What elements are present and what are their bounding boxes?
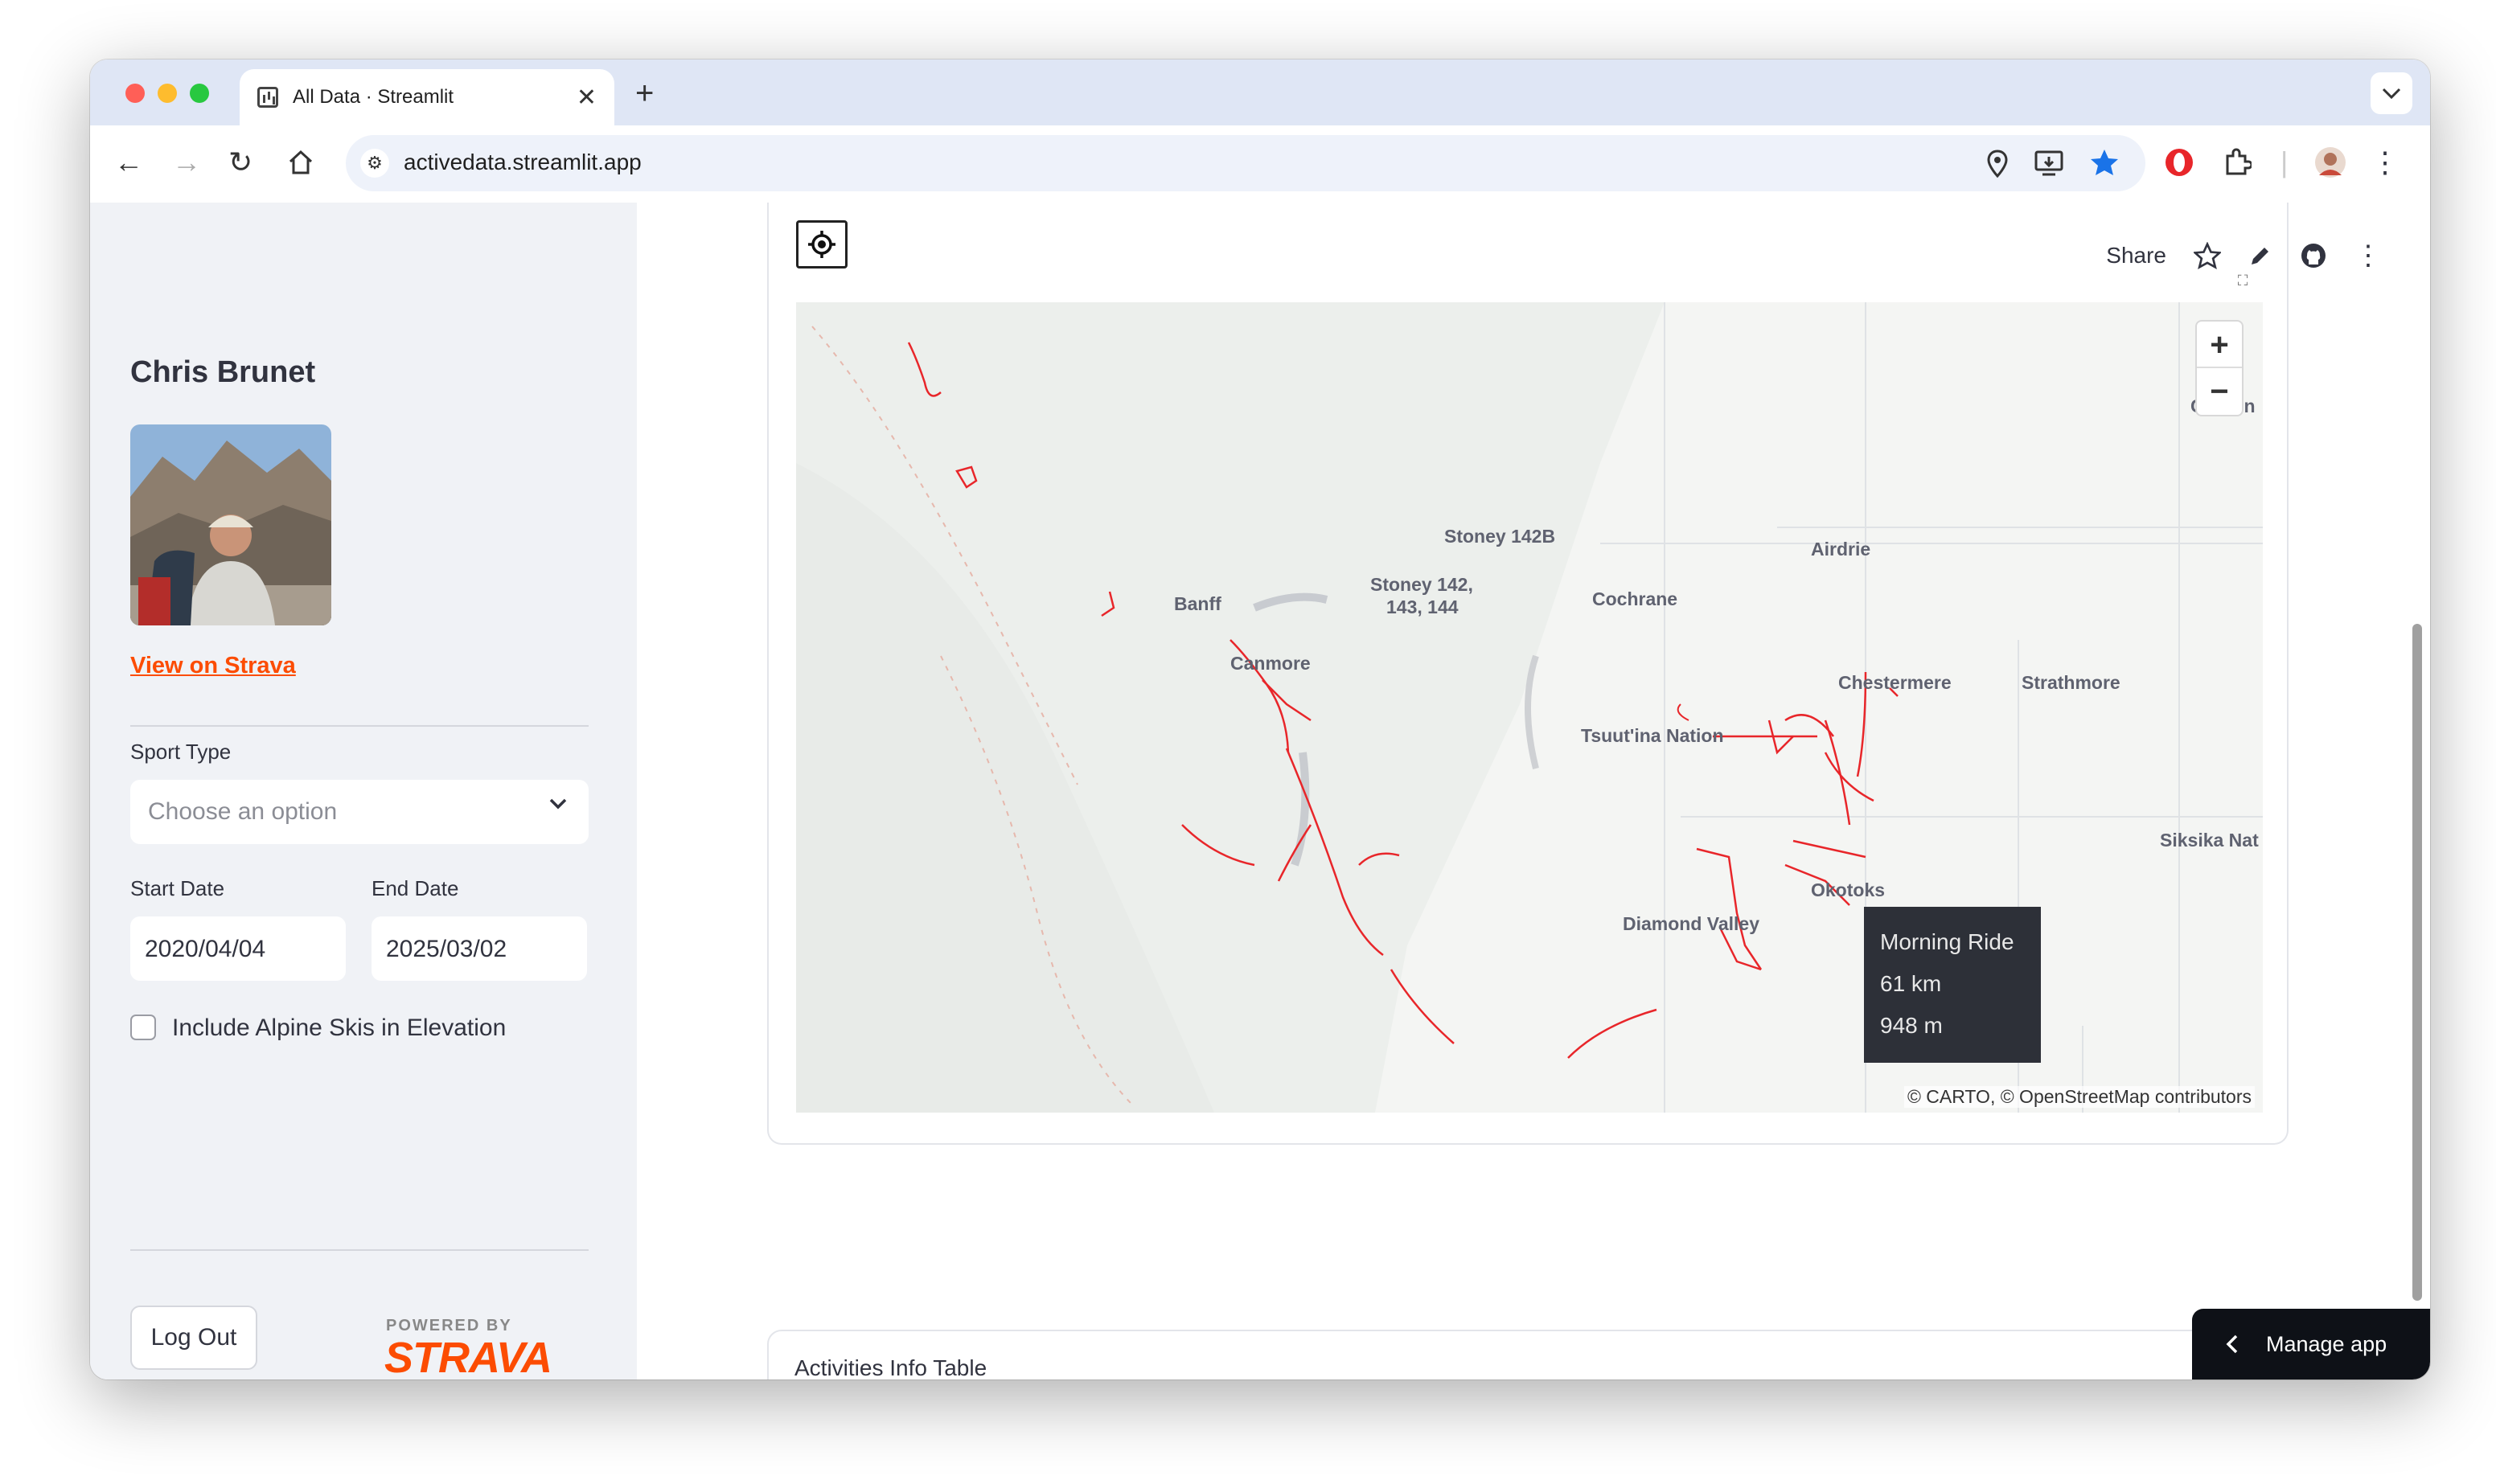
app-menu-icon[interactable]: ⋮ <box>2354 240 2382 272</box>
minimize-window-button[interactable] <box>158 84 177 103</box>
tooltip-title: Morning Ride <box>1880 929 2014 954</box>
chevron-left-icon <box>2226 1334 2238 1354</box>
alpine-skis-checkbox[interactable] <box>130 1015 156 1040</box>
zoom-out-button[interactable]: − <box>2197 368 2242 415</box>
place-label: Strathmore <box>2022 672 2120 693</box>
streamlit-favicon-icon <box>257 87 278 108</box>
reload-icon[interactable]: ↻ <box>228 146 252 178</box>
window-controls <box>125 84 209 103</box>
place-label: Banff <box>1174 593 1221 614</box>
main-content: Share ⋮ ⛶ Stoney 142B Airdrie Stoney 142… <box>637 203 2430 1379</box>
browser-menu-icon[interactable]: ⋮ <box>2371 146 2400 178</box>
athlete-name: Chris Brunet <box>130 355 316 389</box>
place-label: Airdrie <box>1811 539 1871 560</box>
site-settings-icon[interactable]: ⚙ <box>360 149 389 178</box>
browser-window: All Data · Streamlit ✕ + ← → ↻ ⚙ actived… <box>90 59 2430 1379</box>
tooltip-elevation: 948 m <box>1880 1013 1943 1038</box>
place-label: Cochrane <box>1592 588 1678 609</box>
install-app-icon[interactable] <box>2034 150 2063 177</box>
map-basemap <box>796 302 2263 1113</box>
place-label: Stoney 142, <box>1370 574 1473 595</box>
profile-avatar-icon[interactable] <box>2314 146 2346 178</box>
toolbar-divider: | <box>2280 146 2289 178</box>
map-card: ⛶ Stoney 142B Airdrie Stoney 142, 143, 1… <box>767 203 2289 1145</box>
sport-type-placeholder: Choose an option <box>148 798 338 825</box>
locate-target-icon <box>808 231 835 258</box>
log-out-button[interactable]: Log Out <box>130 1306 257 1370</box>
sport-type-label: Sport Type <box>130 740 232 764</box>
tab-bar: All Data · Streamlit ✕ + <box>90 59 2430 125</box>
zoom-control: + − <box>2195 320 2244 416</box>
chevron-down-icon <box>549 798 567 810</box>
recenter-location-button[interactable] <box>796 220 848 269</box>
place-label: Chestermere <box>1838 672 1952 693</box>
chevron-down-icon <box>2382 88 2401 100</box>
fullscreen-icon[interactable]: ⛶ <box>2227 265 2258 296</box>
forward-arrow-icon[interactable]: → <box>172 146 201 178</box>
manage-app-label: Manage app <box>2266 1331 2387 1356</box>
back-arrow-icon[interactable]: ← <box>114 146 143 178</box>
place-label: Diamond Valley <box>1623 913 1760 934</box>
extensions-puzzle-icon[interactable] <box>2223 148 2252 177</box>
manage-app-button[interactable]: Manage app <box>2192 1309 2430 1379</box>
tab-title: All Data · Streamlit <box>293 86 454 108</box>
github-icon[interactable] <box>2300 242 2327 269</box>
new-tab-button[interactable]: + <box>635 76 654 112</box>
activity-map[interactable]: Carbon Stoney 142B Airdrie Stoney 142, 1… <box>796 302 2263 1113</box>
opera-extension-icon[interactable] <box>2163 146 2195 185</box>
divider <box>130 1249 589 1251</box>
browser-toolbar: ← → ↻ ⚙ activedata.streamlit.app | ⋮ <box>90 125 2430 269</box>
sport-type-select[interactable]: Choose an option <box>130 780 589 844</box>
browser-tab[interactable]: All Data · Streamlit ✕ <box>240 69 614 125</box>
place-label: Siksika Nat <box>2160 830 2259 851</box>
scrollbar[interactable] <box>2412 624 2422 1301</box>
zoom-in-button[interactable]: + <box>2197 322 2242 368</box>
location-pin-icon[interactable] <box>1986 150 2009 178</box>
url-text[interactable]: activedata.streamlit.app <box>404 150 642 175</box>
zoom-window-button[interactable] <box>190 84 209 103</box>
place-label: Canmore <box>1230 653 1311 674</box>
end-date-input[interactable]: 2025/03/02 <box>372 916 587 981</box>
tab-close-icon[interactable]: ✕ <box>577 84 597 112</box>
tab-search-button[interactable] <box>2371 72 2412 114</box>
map-attribution[interactable]: © CARTO, © OpenStreetMap contributors <box>1903 1086 2255 1108</box>
tooltip-distance: 61 km <box>1880 971 1942 996</box>
close-window-button[interactable] <box>125 84 145 103</box>
start-date-label: Start Date <box>130 876 225 900</box>
place-label: Stoney 142B <box>1444 526 1556 547</box>
alpine-skis-label: Include Alpine Skis in Elevation <box>172 1015 507 1041</box>
bookmark-star-icon[interactable] <box>2089 148 2120 178</box>
place-label: Okotoks <box>1811 879 1886 900</box>
activities-table-expander[interactable]: Activities Info Table <box>767 1330 2289 1379</box>
activity-tooltip: Morning Ride 61 km 948 m <box>1864 907 2041 1063</box>
strava-logo: STRAVA <box>384 1334 552 1379</box>
sidebar: Chris Brunet View on Strava Sport Type C… <box>90 203 637 1379</box>
athlete-photo <box>130 424 331 625</box>
view-on-strava-link[interactable]: View on Strava <box>130 653 296 679</box>
activities-table-label: Activities Info Table <box>794 1355 987 1379</box>
address-bar[interactable]: ⚙ activedata.streamlit.app <box>346 135 2145 191</box>
divider <box>130 725 589 727</box>
end-date-label: End Date <box>372 876 459 900</box>
place-label: Tsuut'ina Nation <box>1581 725 1724 746</box>
home-icon[interactable] <box>286 148 315 177</box>
start-date-input[interactable]: 2020/04/04 <box>130 916 346 981</box>
place-label: 143, 144 <box>1386 596 1459 617</box>
